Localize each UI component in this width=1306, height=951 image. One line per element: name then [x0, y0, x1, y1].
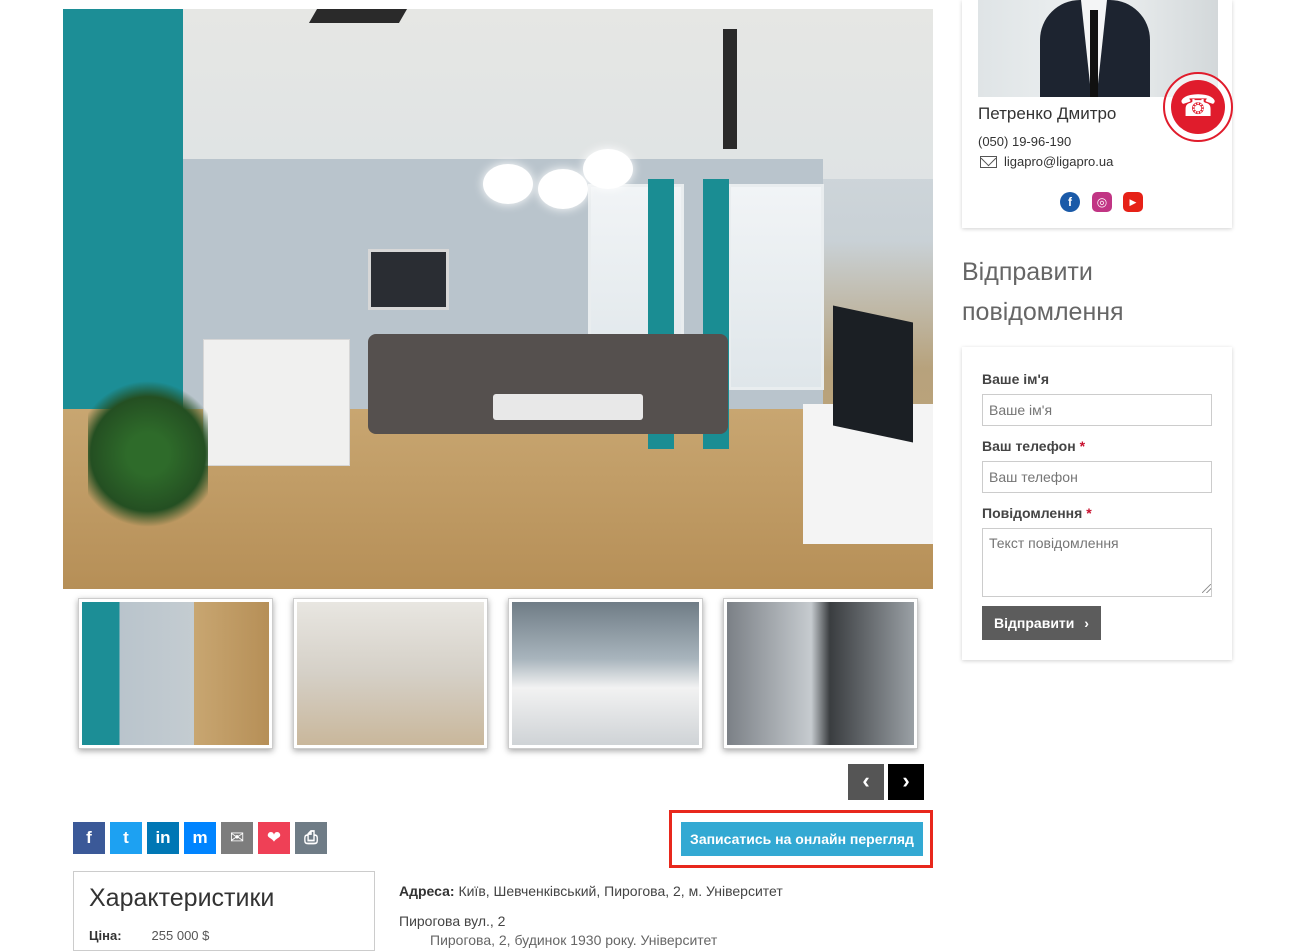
- facebook-icon: f: [86, 828, 92, 847]
- required-mark: *: [1086, 505, 1092, 521]
- street-name: Пирогова вул., 2: [399, 913, 506, 929]
- photo-dresser: [203, 339, 350, 466]
- pocket-share-button[interactable]: ❤: [258, 822, 290, 854]
- address-line: Адреса: Київ, Шевченківський, Пирогова, …: [399, 883, 783, 899]
- twitter-icon: t: [123, 828, 129, 847]
- photo-ceiling: [63, 9, 933, 179]
- phone-label: Ваш телефон *: [982, 438, 1085, 454]
- thumbnail-image: [512, 602, 699, 745]
- chevron-right-icon: ›: [902, 768, 910, 793]
- call-button[interactable]: ☎: [1163, 72, 1233, 142]
- thumbnail-strip: [63, 598, 933, 750]
- agent-tie: [1090, 10, 1098, 97]
- message-label: Повідомлення *: [982, 505, 1092, 521]
- facebook-icon: f: [1068, 195, 1072, 209]
- gallery-prev-button[interactable]: ‹: [848, 764, 884, 800]
- name-label: Ваше ім'я: [982, 371, 1049, 387]
- instagram-social-link[interactable]: ◎: [1092, 192, 1112, 212]
- printer-icon: ⎙: [304, 828, 318, 847]
- photo-lamp: [483, 164, 533, 204]
- main-property-photo[interactable]: [63, 9, 933, 589]
- name-label-text: Ваше ім'я: [982, 371, 1049, 387]
- name-input[interactable]: [982, 394, 1212, 426]
- price-label: Ціна:: [89, 928, 122, 943]
- print-button[interactable]: ⎙: [295, 822, 327, 854]
- photo-coffee-table: [493, 394, 643, 420]
- email-share-button[interactable]: ✉: [221, 822, 253, 854]
- facebook-share-button[interactable]: f: [73, 822, 105, 854]
- instagram-icon: ◎: [1096, 195, 1108, 209]
- thumbnail-4[interactable]: [723, 598, 918, 749]
- online-viewing-button[interactable]: Записатись на онлайн перегляд: [681, 822, 923, 856]
- thumbnail-3[interactable]: [508, 598, 703, 749]
- envelope-icon: ✉: [229, 828, 245, 847]
- phone-label-text: Ваш телефон: [982, 438, 1076, 454]
- address-label: Адреса:: [399, 883, 455, 899]
- photo-plant: [88, 369, 208, 539]
- envelope-icon: [980, 156, 997, 168]
- characteristics-title: Характеристики: [89, 884, 275, 912]
- characteristics-panel: Характеристики Ціна: 255 000 $: [73, 871, 375, 951]
- address-value: Київ, Шевченківський, Пирогова, 2, м. Ун…: [458, 883, 783, 899]
- pocket-icon: ❤: [266, 828, 282, 847]
- photo-lamp: [583, 149, 633, 189]
- gallery-next-button[interactable]: ›: [888, 764, 924, 800]
- agent-email-link[interactable]: ligapro@ligapro.ua: [1004, 154, 1113, 169]
- required-mark: *: [1079, 438, 1086, 454]
- thumbnail-image: [727, 602, 914, 745]
- thumbnail-1[interactable]: [78, 598, 273, 749]
- submit-button[interactable]: Відправити ›: [982, 606, 1101, 640]
- submit-label: Відправити: [994, 615, 1075, 631]
- messenger-share-button[interactable]: m: [184, 822, 216, 854]
- price-row: Ціна: 255 000 $: [89, 928, 209, 943]
- phone-icon: ☎: [1171, 80, 1225, 134]
- agent-phone[interactable]: (050) 19-96-190: [978, 134, 1071, 149]
- thumbnail-2[interactable]: [293, 598, 488, 749]
- resize-handle-icon[interactable]: [1202, 584, 1211, 593]
- send-message-heading: Відправити повідомлення: [962, 258, 1124, 326]
- photo-wall-tv: [368, 249, 449, 310]
- linkedin-icon: in: [155, 828, 171, 847]
- address-description: Пирогова, 2, будинок 1930 року. Універси…: [430, 932, 718, 948]
- price-value: 255 000 $: [151, 928, 210, 943]
- message-form: Ваше ім'я Ваш телефон * Повідомлення * В…: [962, 347, 1232, 660]
- thumbnail-image: [82, 602, 269, 745]
- photo-lamp: [538, 169, 588, 209]
- thumbnail-image: [297, 602, 484, 745]
- phone-input[interactable]: [982, 461, 1212, 493]
- chevron-left-icon: ‹: [862, 768, 870, 793]
- agent-name: Петренко Дмитро: [978, 104, 1117, 123]
- photo-standing-tv: [833, 305, 913, 443]
- photo-window: [728, 184, 824, 390]
- youtube-social-link[interactable]: ▶: [1123, 192, 1143, 212]
- youtube-icon: ▶: [1129, 197, 1137, 207]
- photo-ceiling-beam: [723, 29, 737, 149]
- facebook-social-link[interactable]: f: [1060, 192, 1080, 212]
- messenger-icon: m: [192, 828, 208, 847]
- photo-ceiling-beam: [308, 9, 408, 23]
- chevron-right-icon: ›: [1084, 615, 1089, 631]
- twitter-share-button[interactable]: t: [110, 822, 142, 854]
- linkedin-share-button[interactable]: in: [147, 822, 179, 854]
- message-label-text: Повідомлення: [982, 505, 1083, 521]
- message-textarea[interactable]: [982, 528, 1212, 597]
